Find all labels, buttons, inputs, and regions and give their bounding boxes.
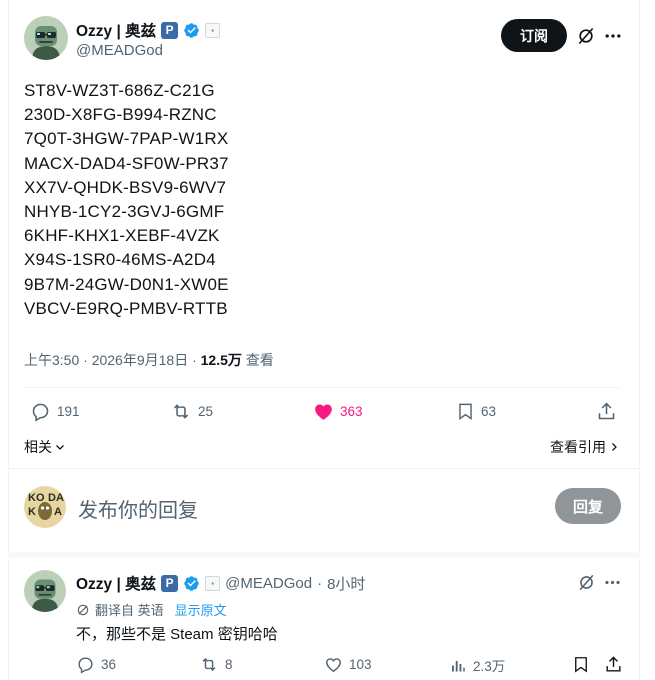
reply-button[interactable]: 191 xyxy=(30,401,80,422)
code-line: X94S-1SR0-46MS-A2D4 xyxy=(24,250,216,270)
analytics-icon xyxy=(452,660,465,671)
code-line: 230D-X8FG-B994-RZNC xyxy=(24,105,217,125)
share-icon xyxy=(598,402,615,420)
verified-badge-icon xyxy=(184,575,199,591)
grok-icon[interactable] xyxy=(574,24,598,48)
like-count: 363 xyxy=(340,404,363,419)
heart-icon xyxy=(326,658,341,673)
reply-author-handle[interactable]: @MEADGod xyxy=(225,575,312,592)
tweet-text: ST8V-WZ3T-686Z-C21G 230D-X8FG-B994-RZNC … xyxy=(24,79,229,321)
views-button[interactable]: 2.3万 xyxy=(449,655,505,675)
reply-icon xyxy=(78,657,93,674)
svg-text:DA: DA xyxy=(48,492,64,504)
view-quotes-link[interactable]: 查看引用 xyxy=(550,437,620,457)
author-handle[interactable]: @MEADGod xyxy=(76,42,163,59)
tweet-timestamp[interactable]: 上午3:50 · 2026年9月18日 · xyxy=(24,352,201,368)
reply-author-row: Ozzy | 奥兹 P ▪ @MEADGod · 8小时 xyxy=(76,572,365,594)
current-user-avatar[interactable]: KO DA K A xyxy=(24,486,66,528)
author-display-name[interactable]: Ozzy | 奥兹 xyxy=(76,19,156,41)
affiliate-badge-icon: P xyxy=(161,21,179,39)
share-button[interactable] xyxy=(604,655,623,674)
heart-filled-icon xyxy=(315,404,332,420)
retweet-count: 25 xyxy=(198,404,214,419)
reply-input[interactable]: 发布你的回复 xyxy=(78,494,198,523)
share-button[interactable] xyxy=(596,401,617,422)
chevron-right-icon xyxy=(612,443,617,451)
tweet-meta: 上午3:50 · 2026年9月18日 · 12.5万 查看 xyxy=(24,350,274,370)
related-label: 相关 xyxy=(24,439,52,455)
affiliate-badge-icon: P xyxy=(161,574,179,592)
code-line: ST8V-WZ3T-686Z-C21G xyxy=(24,81,215,100)
reply-tweet-text: 不，那些不是 Steam 密钥哈哈 xyxy=(76,626,278,643)
verified-badge-icon xyxy=(184,22,199,38)
more-options-icon[interactable] xyxy=(601,24,625,48)
reply-submit-button[interactable]: 回复 xyxy=(555,488,621,524)
like-button[interactable]: 363 xyxy=(313,401,363,422)
like-count: 103 xyxy=(349,657,372,672)
svg-text:KO: KO xyxy=(28,492,45,504)
reply-time[interactable]: 8小时 xyxy=(327,573,365,594)
retweet-count: 8 xyxy=(225,657,233,672)
view-quotes-label: 查看引用 xyxy=(550,439,606,455)
code-line: 6KHF-KHX1-XEBF-4VZK xyxy=(24,226,220,246)
reply-button[interactable]: 36 xyxy=(76,655,116,674)
code-line: MACX-DAD4-SF0W-PR37 xyxy=(24,153,229,173)
separator: · xyxy=(317,574,323,592)
bookmark-icon xyxy=(575,657,587,673)
organization-badge-icon: ▪ xyxy=(205,22,221,38)
view-label: 查看 xyxy=(241,352,274,368)
translated-from-label: 翻译自 英语 xyxy=(95,603,164,618)
reply-count: 191 xyxy=(57,404,80,419)
bookmark-icon xyxy=(459,403,472,421)
code-line: 7Q0T-3HGW-7PAP-W1RX xyxy=(24,129,229,149)
more-options-icon[interactable] xyxy=(601,571,623,593)
like-button[interactable]: 103 xyxy=(324,655,372,674)
code-line: XX7V-QHDK-BSV9-6WV7 xyxy=(24,177,227,197)
show-original-link[interactable]: 显示原文 xyxy=(175,600,227,619)
author-name-row: Ozzy | 奥兹 P ▪ xyxy=(76,19,221,41)
chevron-down-icon xyxy=(56,445,64,450)
reply-icon xyxy=(32,403,49,422)
organization-badge-icon: ▪ xyxy=(205,575,221,591)
divider xyxy=(8,468,640,469)
reply-count: 36 xyxy=(101,657,117,672)
translation-notice: 翻译自 英语 显示原文 xyxy=(76,600,227,619)
retweet-button[interactable]: 25 xyxy=(170,401,213,422)
code-line: 9B7M-24GW-D0N1-XW0E xyxy=(24,274,229,294)
bookmark-button[interactable] xyxy=(572,655,590,674)
bookmark-count: 63 xyxy=(481,404,497,419)
avatar[interactable] xyxy=(24,16,68,60)
svg-text:A: A xyxy=(54,506,62,518)
divider xyxy=(24,387,621,388)
retweet-icon xyxy=(173,404,189,419)
code-line: NHYB-1CY2-3GVJ-6GMF xyxy=(24,201,225,221)
grok-icon[interactable] xyxy=(575,571,597,593)
view-count: 2.3万 xyxy=(473,659,506,674)
retweet-button[interactable]: 8 xyxy=(199,655,233,674)
reply-author-display-name[interactable]: Ozzy | 奥兹 xyxy=(76,572,156,594)
svg-text:K: K xyxy=(28,506,36,518)
translate-icon xyxy=(77,604,89,615)
bookmark-button[interactable]: 63 xyxy=(456,401,496,422)
related-toggle[interactable]: 相关 xyxy=(24,437,66,457)
share-icon xyxy=(606,656,621,672)
section-divider xyxy=(8,552,640,558)
view-count: 12.5万 xyxy=(200,352,242,368)
code-line: VBCV-E9RQ-PMBV-RTTB xyxy=(24,298,228,318)
subscribe-button[interactable]: 订阅 xyxy=(501,19,567,52)
reply-author-avatar[interactable] xyxy=(24,570,66,612)
retweet-icon xyxy=(202,657,216,672)
